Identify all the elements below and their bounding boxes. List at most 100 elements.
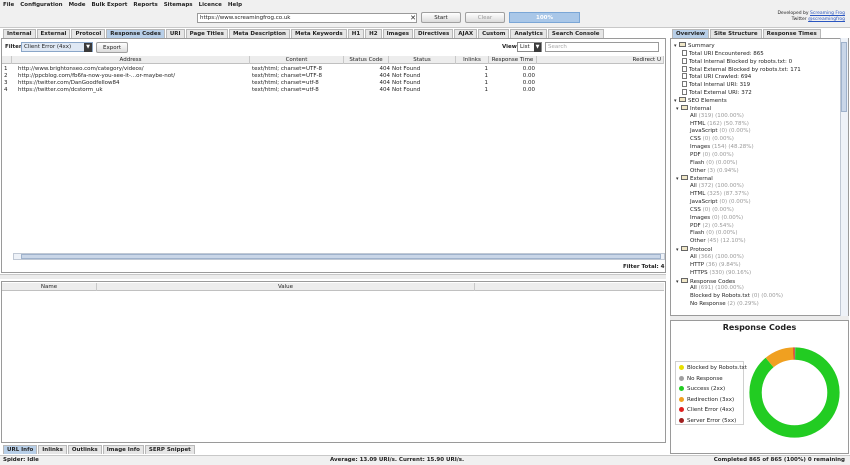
tree-folder-protocol[interactable]: ▾ Protocol bbox=[676, 246, 712, 254]
tab-directives[interactable]: Directives bbox=[414, 29, 454, 38]
tab-h1[interactable]: H1 bbox=[347, 29, 365, 38]
external-item-pdf[interactable]: PDF (2) (0.54%) bbox=[690, 223, 734, 230]
clear-button[interactable]: Clear bbox=[465, 12, 505, 23]
external-item-flash[interactable]: Flash (0) (0.00%) bbox=[690, 230, 737, 237]
summary-item[interactable]: Total External URI: 372 bbox=[682, 89, 752, 97]
menu-sitemaps[interactable]: Sitemaps bbox=[164, 2, 193, 8]
tab-search-console[interactable]: Search Console bbox=[547, 29, 604, 38]
external-item-all[interactable]: All (372) (100.00%) bbox=[690, 183, 744, 190]
tab-serp-snippet[interactable]: SERP Snippet bbox=[144, 445, 195, 454]
credit-link[interactable]: Screaming Frog bbox=[810, 11, 845, 16]
internal-item-flash[interactable]: Flash (0) (0.00%) bbox=[690, 160, 737, 167]
column-redirect-uri[interactable]: Redirect U bbox=[537, 56, 664, 64]
internal-item-images[interactable]: Images (154) (48.28%) bbox=[690, 144, 754, 151]
tab-meta-description[interactable]: Meta Description bbox=[228, 29, 290, 38]
summary-item[interactable]: Total External Blocked by robots.txt: 17… bbox=[682, 65, 801, 74]
menu-licence[interactable]: Licence bbox=[199, 2, 222, 8]
column-response-time[interactable]: Response Time bbox=[489, 56, 537, 64]
tree-item-label: JavaScript bbox=[690, 128, 718, 135]
column-name[interactable]: Name bbox=[2, 283, 97, 291]
tab-ajax[interactable]: AJAX bbox=[454, 29, 478, 38]
internal-item-all[interactable]: All (319) (100.00%) bbox=[690, 113, 744, 120]
tab-url-info[interactable]: URL Info bbox=[3, 445, 38, 454]
tab-h2[interactable]: H2 bbox=[365, 29, 382, 38]
tree-folder-internal[interactable]: ▾ Internal bbox=[676, 104, 711, 113]
internal-item-html[interactable]: HTML (162) (50.78%) bbox=[690, 121, 749, 128]
tab-response-codes[interactable]: Response Codes bbox=[106, 29, 165, 38]
menu-mode[interactable]: Mode bbox=[69, 2, 86, 8]
tab-uri[interactable]: URI bbox=[165, 29, 185, 38]
menu-reports[interactable]: Reports bbox=[133, 2, 157, 8]
tree-folder-seo-elements[interactable]: ▾ SEO Elements bbox=[674, 96, 727, 105]
column-address[interactable]: Address bbox=[12, 56, 250, 64]
external-item-javascript[interactable]: JavaScript (0) (0.00%) bbox=[690, 199, 751, 206]
internal-item-css[interactable]: CSS (0) (0.00%) bbox=[690, 136, 734, 143]
tree-folder-external[interactable]: ▾ External bbox=[676, 175, 713, 183]
document-icon bbox=[682, 81, 687, 88]
column-value[interactable]: Value bbox=[97, 283, 475, 291]
tab-overview[interactable]: Overview bbox=[672, 29, 709, 38]
external-item-html[interactable]: HTML (325) (87.37%) bbox=[690, 191, 749, 198]
column-inlinks[interactable]: Inlinks bbox=[456, 56, 489, 64]
internal-item-javascript[interactable]: JavaScript (0) (0.00%) bbox=[690, 128, 751, 135]
external-item-other[interactable]: Other (45) (12.10%) bbox=[690, 238, 746, 245]
scrollbar-thumb[interactable] bbox=[841, 42, 847, 112]
tree-folder-response-codes[interactable]: ▾ Response Codes bbox=[676, 277, 735, 286]
summary-item[interactable]: Total Internal URI: 319 bbox=[682, 81, 750, 89]
tab-custom[interactable]: Custom bbox=[478, 29, 510, 38]
filter-select[interactable]: Client Error (4xx) ▼ bbox=[21, 42, 93, 52]
tree-item-count: (325) (87.37%) bbox=[707, 191, 749, 198]
tab-outlinks[interactable]: Outlinks bbox=[67, 445, 102, 454]
tree-item-label: All bbox=[690, 183, 697, 190]
menu-configuration[interactable]: Configuration bbox=[20, 2, 62, 8]
tree-item-count: (3) (0.94%) bbox=[707, 167, 739, 174]
split-divider[interactable] bbox=[0, 274, 666, 279]
external-item-images[interactable]: Images (0) (0.00%) bbox=[690, 215, 743, 222]
response-item-blocked-by-robots-txt[interactable]: Blocked by Robots.txt (0) (0.00%) bbox=[690, 293, 783, 300]
scrollbar-thumb[interactable] bbox=[21, 254, 661, 259]
export-button[interactable]: Export bbox=[96, 42, 128, 53]
column-status[interactable]: Status bbox=[389, 56, 456, 64]
legend-entry: Client Error (4xx) bbox=[679, 406, 734, 414]
tab-image-info[interactable]: Image Info bbox=[102, 445, 144, 454]
summary-item[interactable]: Total URI Crawled: 694 bbox=[682, 73, 751, 81]
clear-url-icon[interactable]: ✕ bbox=[409, 13, 417, 23]
tab-protocol[interactable]: Protocol bbox=[71, 29, 106, 38]
protocol-item-http[interactable]: HTTP (36) (9.84%) bbox=[690, 262, 741, 269]
menu-help[interactable]: Help bbox=[228, 2, 242, 8]
response-item-all[interactable]: All (691) (100.00%) bbox=[690, 285, 744, 292]
tab-internal[interactable]: Internal bbox=[3, 29, 36, 38]
tab-images[interactable]: Images bbox=[382, 29, 414, 38]
tree-item-count: (0) (0.00%) bbox=[706, 159, 738, 166]
tab-response-times[interactable]: Response Times bbox=[762, 29, 821, 38]
summary-item[interactable]: Total URI Encountered: 865 bbox=[682, 49, 764, 58]
tree-item-label: Total External Blocked by robots.txt: 17… bbox=[689, 66, 801, 73]
protocol-item-all[interactable]: All (366) (100.00%) bbox=[690, 254, 744, 261]
tab-inlinks[interactable]: Inlinks bbox=[38, 445, 67, 454]
view-select[interactable]: List ▼ bbox=[517, 42, 542, 52]
tab-page-titles[interactable]: Page Titles bbox=[185, 29, 228, 38]
menu-file[interactable]: File bbox=[3, 2, 14, 8]
tree-folder-summary[interactable]: ▾ Summary bbox=[674, 42, 715, 50]
summary-item[interactable]: Total Internal Blocked by robots.txt: 0 bbox=[682, 57, 792, 66]
column-content[interactable]: Content bbox=[250, 56, 344, 64]
tree-item-label: Other bbox=[690, 167, 706, 174]
response-item-no-response[interactable]: No Response (2) (0.29%) bbox=[690, 301, 759, 308]
external-item-css[interactable]: CSS (0) (0.00%) bbox=[690, 207, 734, 214]
cell-n: 4 bbox=[4, 87, 8, 93]
table-row[interactable]: 4 https://twitter.com/dcstorm_uk text/html… bbox=[2, 86, 664, 94]
tab-site-structure[interactable]: Site Structure bbox=[710, 29, 762, 38]
tab-external[interactable]: External bbox=[36, 29, 71, 38]
search-input[interactable]: Search bbox=[545, 42, 659, 52]
url-input[interactable]: https://www.screamingfrog.co.uk bbox=[197, 13, 417, 23]
tab-meta-keywords[interactable]: Meta Keywords bbox=[290, 29, 347, 38]
twitter-link[interactable]: @screamingfrog bbox=[808, 17, 845, 22]
protocol-item-https[interactable]: HTTPS (330) (90.16%) bbox=[690, 270, 751, 277]
internal-item-pdf[interactable]: PDF (0) (0.00%) bbox=[690, 152, 734, 159]
column-status-code[interactable]: Status Code bbox=[344, 56, 389, 64]
tree-item-count: (0) (0.00%) bbox=[702, 206, 734, 213]
internal-item-other[interactable]: Other (3) (0.94%) bbox=[690, 168, 739, 175]
tab-analytics[interactable]: Analytics bbox=[510, 29, 547, 38]
menu-bulk-export[interactable]: Bulk Export bbox=[91, 2, 127, 8]
start-button[interactable]: Start bbox=[421, 12, 461, 23]
